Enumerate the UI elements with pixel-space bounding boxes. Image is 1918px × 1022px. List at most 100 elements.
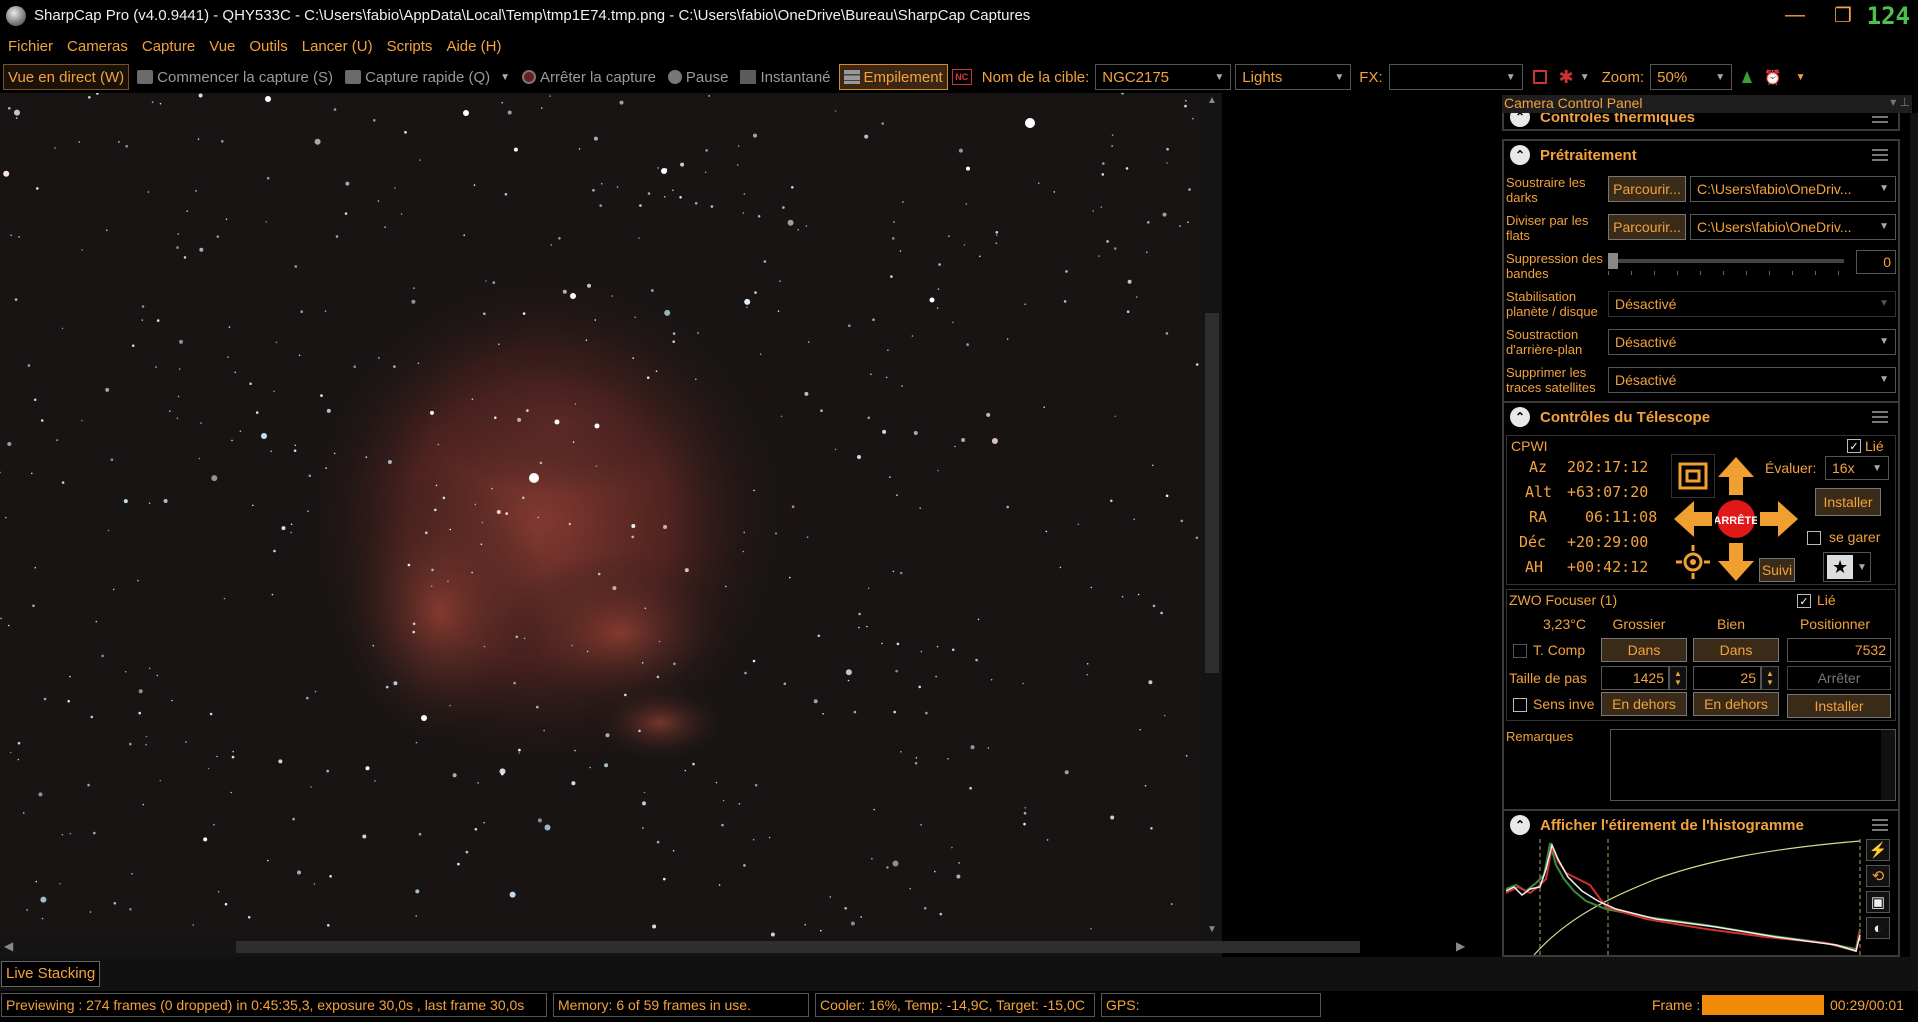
scroll-down-icon[interactable]: ▼ (1207, 924, 1217, 935)
banding-slider[interactable] (1608, 253, 1844, 269)
preprocessing-header[interactable]: ⌃ Prétraitement (1504, 141, 1898, 169)
chevron-down-icon[interactable]: ▼ (1580, 72, 1590, 83)
fine-in-button[interactable]: Dans (1693, 638, 1779, 662)
spin-down-icon[interactable]: ▼ (1674, 678, 1682, 687)
histogram-icon[interactable] (1742, 71, 1753, 83)
park-checkbox[interactable] (1807, 531, 1821, 545)
spin-up-icon[interactable]: ▲ (1766, 669, 1774, 678)
scroll-up-icon[interactable]: ▲ (1207, 95, 1217, 106)
stacking-button[interactable]: Empilement (838, 64, 948, 90)
panel-scrollbar[interactable] (1910, 113, 1918, 957)
south-arrow-button[interactable] (1714, 540, 1758, 584)
start-capture-button[interactable]: Commencer la capture (S) (133, 64, 337, 90)
menu-icon[interactable] (1872, 113, 1888, 123)
chevron-down-icon[interactable]: ▼ (1796, 72, 1806, 83)
histogram-header[interactable]: ⌃ Afficher l'étirement de l'histogramme (1504, 811, 1898, 839)
browse-flats-button[interactable]: Parcourir... (1608, 214, 1686, 240)
spin-down-icon[interactable]: ▼ (1766, 678, 1774, 687)
menu-scripts[interactable]: Scripts (381, 38, 439, 55)
alarm-clock-icon[interactable]: ⏰ (1764, 69, 1781, 86)
image-horizontal-scrollbar[interactable]: ◀ ▶ (0, 937, 1465, 957)
crosshair-icon[interactable]: ✱ (1559, 67, 1574, 88)
restore-button[interactable]: ❐ (1820, 0, 1866, 31)
fine-step-spinner[interactable]: ▲ ▼ (1761, 666, 1779, 690)
fine-out-button[interactable]: En dehors (1693, 692, 1779, 716)
north-arrow-button[interactable] (1714, 454, 1758, 498)
coarse-out-button[interactable]: En dehors (1601, 692, 1687, 716)
frame-type-select[interactable]: Lights ▼ (1235, 64, 1352, 90)
notes-textarea[interactable] (1610, 729, 1896, 801)
coarse-step-field[interactable]: 1425 (1601, 666, 1669, 690)
mount-install-button[interactable]: Installer (1815, 488, 1881, 516)
spin-up-icon[interactable]: ▲ (1674, 669, 1682, 678)
menu-icon[interactable] (1872, 149, 1888, 161)
contrast-icon[interactable]: ◐ (1866, 917, 1890, 939)
scrollbar-thumb[interactable] (1205, 313, 1219, 673)
notes-scrollbar[interactable] (1881, 730, 1895, 800)
save-icon[interactable]: ▣ (1866, 891, 1890, 913)
quick-capture-button[interactable]: Capture rapide (Q) ▼ (341, 64, 514, 90)
satellite-select[interactable]: Désactivé ▼ (1608, 367, 1896, 393)
image-viewport[interactable] (0, 93, 1202, 937)
image-vertical-scrollbar[interactable]: ▲ ▼ (1202, 93, 1222, 937)
menu-vue[interactable]: Vue (203, 38, 241, 55)
snapshot-button[interactable]: Instantané (736, 64, 834, 90)
scroll-left-icon[interactable]: ◀ (4, 939, 13, 953)
scroll-right-icon[interactable]: ▶ (1456, 939, 1465, 953)
focuser-stop-button[interactable]: Arrêter (1787, 666, 1891, 690)
focuser-position-field[interactable]: 7532 (1787, 638, 1891, 662)
stabilization-select[interactable]: Désactivé ▼ (1608, 291, 1896, 317)
sun-button[interactable] (1671, 540, 1715, 584)
mount-linked-checkbox[interactable]: ✓ (1847, 439, 1861, 453)
west-arrow-button[interactable] (1671, 497, 1715, 541)
menu-capture[interactable]: Capture (136, 38, 201, 55)
thermal-header[interactable]: ⌃ Contrôles thermiques (1504, 113, 1898, 129)
star-select[interactable]: ★ ▼ (1823, 552, 1871, 582)
zoom-select[interactable]: 50% ▼ (1650, 64, 1733, 90)
live-stacking-tab[interactable]: Live Stacking (1, 961, 101, 987)
menu-lancer[interactable]: Lancer (U) (296, 38, 379, 55)
chevron-down-icon[interactable]: ▼ (500, 72, 510, 83)
auto-stretch-icon[interactable]: ⚡ (1866, 839, 1890, 861)
pin-icon[interactable]: ▾ ⊥ (1890, 95, 1910, 109)
live-view-button[interactable]: Vue en direct (W) (3, 64, 130, 90)
pause-button[interactable]: Pause (664, 64, 733, 90)
menu-cameras[interactable]: Cameras (61, 38, 134, 55)
banding-value[interactable]: 0 (1856, 250, 1896, 274)
temp-comp-checkbox[interactable] (1513, 644, 1527, 658)
menu-outils[interactable]: Outils (243, 38, 293, 55)
tracking-button[interactable]: Suivi (1759, 558, 1795, 582)
menu-aide[interactable]: Aide (H) (440, 38, 507, 55)
browse-darks-button[interactable]: Parcourir... (1608, 176, 1686, 202)
coarse-step-spinner[interactable]: ▲ ▼ (1669, 666, 1687, 690)
background-select[interactable]: Désactivé ▼ (1608, 329, 1896, 355)
stop-slew-button[interactable]: ARRÊTE (1714, 497, 1758, 541)
collapse-icon[interactable]: ⌃ (1510, 145, 1530, 165)
reticle-icon[interactable] (1532, 70, 1547, 84)
home-button[interactable] (1671, 454, 1715, 498)
target-name-select[interactable]: NGC2175 ▼ (1095, 64, 1232, 90)
coarse-in-button[interactable]: Dans (1601, 638, 1687, 662)
stop-capture-button[interactable]: Arrêter la capture (518, 64, 660, 90)
fine-step-field[interactable]: 25 (1693, 666, 1761, 690)
scrollbar-thumb[interactable] (236, 941, 1360, 953)
collapse-icon[interactable]: ⌃ (1510, 113, 1530, 127)
collapse-icon[interactable]: ⌃ (1510, 407, 1530, 427)
fx-select[interactable]: ▼ (1388, 64, 1523, 90)
east-arrow-button[interactable] (1757, 497, 1801, 541)
reverse-checkbox[interactable] (1513, 698, 1527, 712)
focuser-linked-checkbox[interactable]: ✓ (1797, 594, 1811, 608)
no-calibration-icon[interactable]: NC (951, 69, 972, 85)
collapse-icon[interactable]: ⌃ (1510, 815, 1530, 835)
reset-icon[interactable]: ⟲ (1866, 865, 1890, 887)
rate-select[interactable]: 16x ▼ (1825, 456, 1889, 480)
minimize-button[interactable]: — (1772, 0, 1818, 31)
menu-fichier[interactable]: Fichier (2, 38, 59, 55)
histogram-plot[interactable] (1506, 839, 1864, 955)
darks-path-select[interactable]: C:\Users\fabio\OneDriv... ▼ (1690, 176, 1896, 202)
menu-icon[interactable] (1872, 819, 1888, 831)
flats-path-select[interactable]: C:\Users\fabio\OneDriv... ▼ (1690, 214, 1896, 240)
slider-thumb[interactable] (1608, 253, 1618, 269)
telescope-header[interactable]: ⌃ Contrôles du Télescope (1504, 403, 1898, 431)
menu-icon[interactable] (1872, 411, 1888, 423)
